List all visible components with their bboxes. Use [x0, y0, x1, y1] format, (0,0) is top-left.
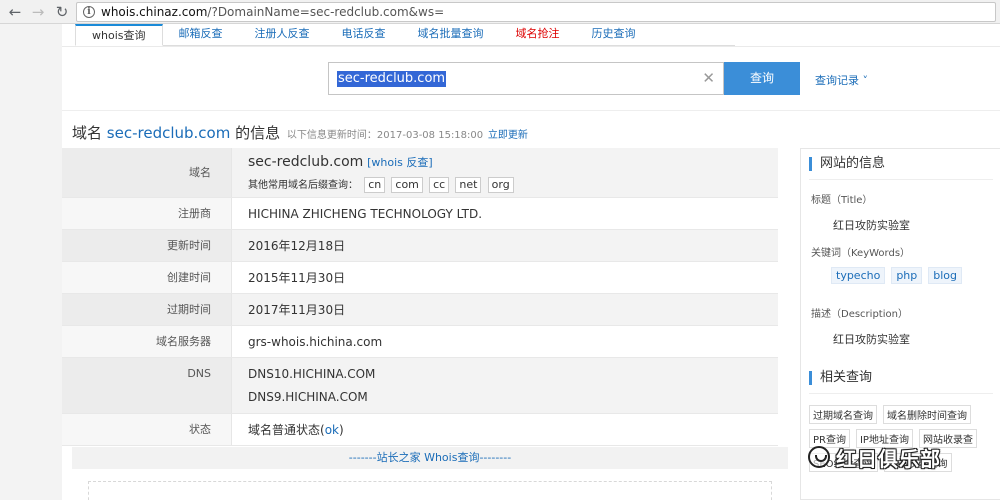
wechat-logo-icon	[808, 446, 830, 468]
table-row: 过期时间 2017年11月30日	[62, 294, 778, 326]
related-link[interactable]: 过期域名查询	[809, 405, 877, 424]
domain-search-input[interactable]: sec-redclub.com ✕	[328, 62, 724, 95]
page-content: whois查询 邮箱反查 注册人反查 电话反查 域名批量查询 域名抢注 历史查询…	[62, 24, 1000, 500]
table-row: 更新时间 2016年12月18日	[62, 230, 778, 262]
table-row: 状态 域名普通状态(ok)	[62, 414, 778, 446]
refresh-link[interactable]: 立即更新	[488, 130, 528, 141]
search-button[interactable]: 查询	[724, 62, 800, 95]
suffix-cc[interactable]: cc	[429, 177, 450, 193]
forward-arrow-icon[interactable]: →	[28, 2, 48, 22]
created-date: 2015年11月30日	[232, 262, 778, 293]
table-row: DNS DNS10.HICHINA.COM DNS9.HICHINA.COM	[62, 358, 778, 414]
table-row: 域名服务器 grs-whois.hichina.com	[62, 326, 778, 358]
suffix-net[interactable]: net	[455, 177, 482, 193]
domain-value: sec-redclub.com	[248, 154, 364, 170]
status-value: 域名普通状态(ok)	[232, 414, 778, 445]
search-bar: sec-redclub.com ✕ 查询	[328, 62, 800, 95]
keyword-chip[interactable]: php	[891, 267, 923, 284]
site-info-heading: 网站的信息	[809, 157, 885, 171]
dns-server: DNS9.HICHINA.COM	[248, 390, 368, 404]
query-history-link[interactable]: 查询记录 ˅	[815, 72, 868, 88]
tab-history[interactable]: 历史查询	[576, 24, 652, 46]
back-arrow-icon[interactable]: ←	[5, 2, 25, 22]
updated-date: 2016年12月18日	[232, 230, 778, 261]
url-text: whois.chinaz.com/?DomainName=sec-redclub…	[101, 5, 445, 19]
tab-batch-query[interactable]: 域名批量查询	[402, 24, 500, 46]
related-query-heading: 相关查询	[809, 371, 872, 385]
expiry-date: 2017年11月30日	[232, 294, 778, 325]
query-tabs: whois查询 邮箱反查 注册人反查 电话反查 域名批量查询 域名抢注 历史查询	[75, 24, 735, 46]
search-input-value: sec-redclub.com	[337, 71, 447, 87]
table-row: 创建时间 2015年11月30日	[62, 262, 778, 294]
table-row: 域名 sec-redclub.com [whois 反查] 其他常用域名后缀查询…	[62, 148, 778, 198]
suffix-com[interactable]: com	[391, 177, 423, 193]
related-link[interactable]: 域名删除时间查询	[883, 405, 971, 424]
site-title-value: 红日攻防实验室	[833, 219, 910, 232]
address-bar[interactable]: i whois.chinaz.com/?DomainName=sec-redcl…	[76, 2, 996, 22]
browser-toolbar: ← → ↻ i whois.chinaz.com/?DomainName=sec…	[0, 0, 1000, 24]
reload-icon[interactable]: ↻	[52, 2, 72, 22]
keyword-chip[interactable]: blog	[928, 267, 963, 284]
left-gutter	[0, 24, 62, 500]
suffix-cn[interactable]: cn	[364, 177, 386, 193]
tab-whois[interactable]: whois查询	[75, 24, 163, 46]
keyword-chip[interactable]: typecho	[831, 267, 886, 284]
clear-icon[interactable]: ✕	[702, 69, 715, 87]
status-ok-link[interactable]: ok	[325, 423, 339, 437]
keyword-list: typecho php blog	[831, 267, 963, 284]
ad-placeholder	[88, 481, 772, 500]
chinaz-whois-link[interactable]: -------站长之家 Whois查询--------	[72, 447, 788, 469]
watermark: 红日俱乐部	[808, 440, 998, 474]
info-icon[interactable]: i	[83, 6, 95, 18]
table-row: 注册商 HICHINA ZHICHENG TECHNOLOGY LTD.	[62, 198, 778, 230]
dns-server: DNS10.HICHINA.COM	[248, 367, 376, 381]
registrar-value: HICHINA ZHICHENG TECHNOLOGY LTD.	[232, 198, 778, 229]
tab-phone-reverse[interactable]: 电话反查	[326, 24, 402, 46]
suffix-org[interactable]: org	[487, 177, 514, 193]
whois-reverse-link[interactable]: [whois 反查]	[367, 156, 433, 169]
whois-server-value: grs-whois.hichina.com	[232, 326, 778, 357]
page-title: 域名 sec-redclub.com 的信息 以下信息更新时间：2017-03-…	[72, 124, 528, 142]
tab-email-reverse[interactable]: 邮箱反查	[163, 24, 239, 46]
tab-domain-snatch[interactable]: 域名抢注	[500, 24, 576, 46]
site-desc-value: 红日攻防实验室	[833, 333, 910, 346]
tab-registrant-reverse[interactable]: 注册人反查	[239, 24, 326, 46]
